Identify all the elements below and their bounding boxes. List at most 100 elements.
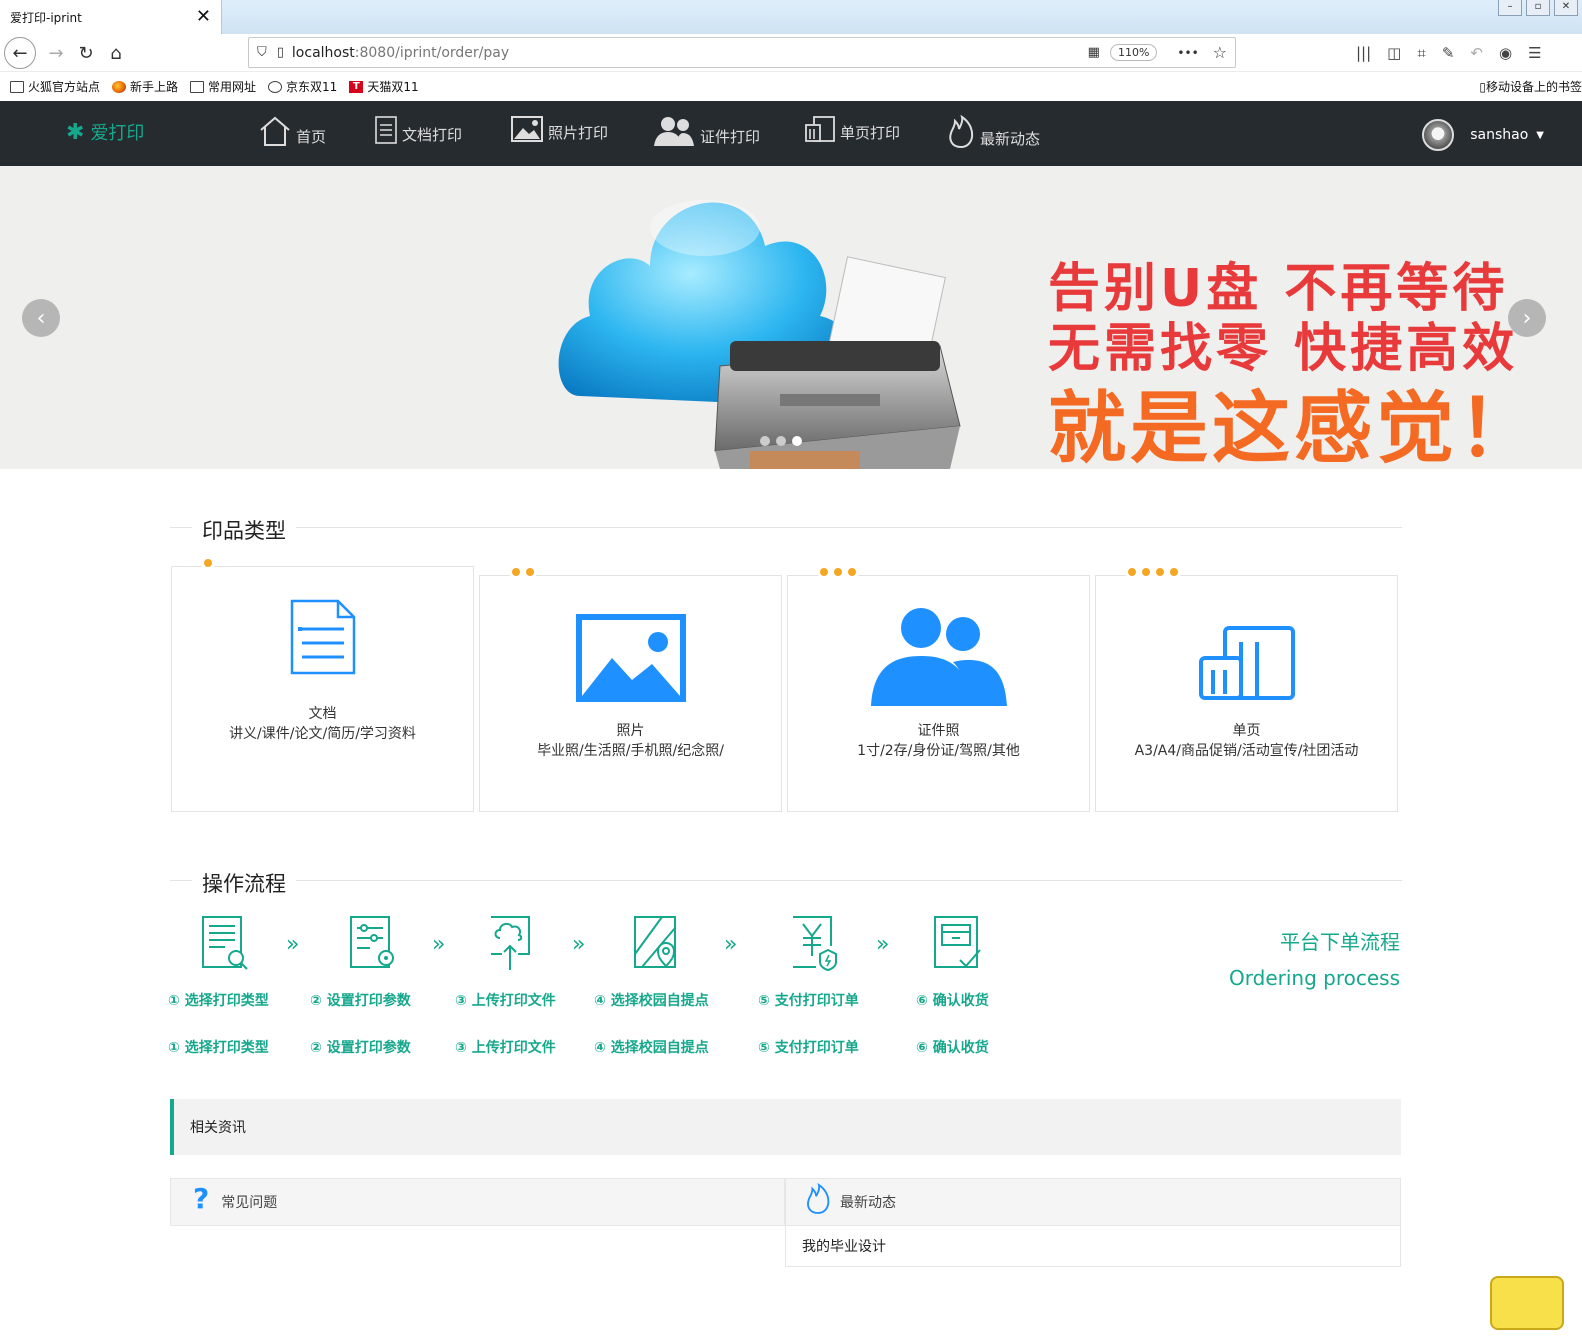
card-dots bbox=[202, 559, 214, 567]
palm-tree-icon: ✱ bbox=[66, 119, 85, 145]
globe-icon bbox=[268, 80, 283, 93]
step-label: ③ 上传打印文件 bbox=[455, 993, 556, 1009]
step-label: ③ 上传打印文件 bbox=[455, 1040, 556, 1056]
site-logo[interactable]: ✱ 爱打印 bbox=[66, 119, 144, 145]
tab-title: 爱打印-iprint bbox=[10, 10, 82, 25]
url-bar[interactable]: ⛉ ▯ localhost:8080/iprint/order/pay ▦ 11… bbox=[248, 37, 1236, 68]
nav-label: 最新动态 bbox=[980, 130, 1041, 148]
carousel-dot-active[interactable] bbox=[792, 436, 802, 446]
firefox-icon bbox=[112, 80, 127, 93]
window-controls: – ▫ ✕ bbox=[1498, 0, 1578, 16]
nav-latest-news[interactable]: 最新动态 bbox=[946, 115, 1040, 149]
account-icon[interactable]: ◉ bbox=[1499, 44, 1512, 62]
flame-icon bbox=[949, 115, 974, 149]
menu-icon[interactable]: ☰ bbox=[1528, 44, 1541, 62]
bookmark-star-icon[interactable]: ☆ bbox=[1213, 43, 1227, 62]
chat-icon[interactable]: ✎ bbox=[1442, 44, 1455, 62]
nav-label: 单页打印 bbox=[840, 124, 901, 142]
document-search-icon bbox=[202, 916, 248, 970]
settings-document-icon bbox=[350, 916, 394, 968]
carousel-dot[interactable] bbox=[776, 436, 786, 446]
logo-text: 爱打印 bbox=[90, 123, 145, 144]
mascot-image bbox=[1490, 1276, 1564, 1330]
restore-icon[interactable]: ▫ bbox=[1526, 0, 1550, 16]
caret-down-icon: ▼ bbox=[1536, 129, 1544, 141]
faq-column-header[interactable]: ? 常见问题 bbox=[170, 1178, 785, 1226]
carousel-dot[interactable] bbox=[760, 436, 770, 446]
nav-label: 首页 bbox=[296, 128, 327, 146]
reload-icon[interactable]: ↻ bbox=[70, 37, 102, 69]
nav-label: 照片打印 bbox=[548, 124, 609, 142]
nav-document-print[interactable]: 文档打印 bbox=[374, 115, 462, 145]
news-header: 相关资讯 bbox=[170, 1099, 1401, 1155]
print-type-card-photo[interactable]: 照片 毕业照/生活照/手机照/纪念照/ bbox=[479, 568, 782, 812]
step-label: ① 选择打印类型 bbox=[168, 993, 269, 1009]
bookmark-item[interactable]: 常用网址 bbox=[190, 78, 256, 95]
news-item[interactable]: 我的毕业设计 bbox=[785, 1226, 1401, 1267]
bookmark-item[interactable]: 京东双11 bbox=[268, 78, 337, 95]
zoom-level-badge[interactable]: 110% bbox=[1109, 44, 1158, 61]
bookmark-item[interactable]: 火狐官方站点 bbox=[10, 78, 100, 95]
browser-toolbar: ← → ↻ ⌂ ⛉ ▯ localhost:8080/iprint/order/… bbox=[0, 34, 1582, 72]
card-name: 文档 bbox=[308, 706, 337, 722]
pages-icon bbox=[1096, 626, 1397, 706]
close-window-icon[interactable]: ✕ bbox=[1554, 0, 1578, 16]
forward-arrow-icon[interactable]: → bbox=[40, 37, 72, 69]
cloud-printer-image bbox=[558, 200, 961, 469]
print-type-card-single-page[interactable]: 单页 A3/A4/商品促销/活动宣传/社团活动 bbox=[1095, 568, 1398, 812]
flame-icon bbox=[807, 1183, 830, 1214]
section-title: 印品类型 bbox=[192, 515, 296, 545]
step-label: ① 选择打印类型 bbox=[168, 1040, 269, 1056]
card-name: 单页 bbox=[1232, 723, 1261, 739]
minimize-icon[interactable]: – bbox=[1498, 0, 1522, 16]
bookmarks-bar: 火狐官方站点 新手上路 常用网址 京东双11 T 天猫双11 ▯移动设备上的书签 bbox=[0, 73, 1582, 100]
card-name: 照片 bbox=[616, 723, 645, 739]
step-label: ⑥ 确认收货 bbox=[916, 993, 989, 1009]
step-label: ⑤ 支付打印订单 bbox=[758, 1040, 859, 1056]
toolbar-right: ||| ◫ ⌗ ✎ ↶ ◉ ☰ bbox=[1356, 44, 1542, 62]
url-text[interactable]: localhost:8080/iprint/order/pay bbox=[292, 45, 1088, 61]
qr-code-icon[interactable]: ▦ bbox=[1088, 45, 1100, 60]
browser-tab[interactable]: 爱打印-iprint ✕ bbox=[0, 0, 222, 34]
card-dots bbox=[1126, 568, 1180, 576]
bookmark-item[interactable]: T 天猫双11 bbox=[349, 78, 419, 95]
page-actions-icon[interactable]: ••• bbox=[1177, 46, 1198, 60]
step-chevron: » bbox=[724, 932, 738, 957]
home-icon bbox=[260, 116, 290, 146]
step-label: ④ 选择校园自提点 bbox=[594, 993, 709, 1009]
pages-icon bbox=[805, 116, 835, 142]
print-types-header: 印品类型 bbox=[170, 515, 1402, 545]
home-icon[interactable]: ⌂ bbox=[100, 37, 132, 69]
card-dots bbox=[818, 568, 858, 576]
print-type-card-document[interactable]: 文档 讲义/课件/论文/简历/学习资料 bbox=[171, 559, 474, 812]
nav-photo-print[interactable]: 照片打印 bbox=[510, 115, 608, 143]
print-type-card-id-photo[interactable]: 证件照 1寸/2存/身份证/驾照/其他 bbox=[787, 568, 1090, 812]
photo-icon bbox=[480, 614, 781, 706]
process-side-subtitle: Ordering process bbox=[1229, 966, 1400, 990]
process-side-title: 平台下单流程 bbox=[1280, 930, 1400, 954]
undo-icon[interactable]: ↶ bbox=[1470, 44, 1483, 62]
question-icon: ? bbox=[193, 1181, 210, 1215]
mobile-bookmarks[interactable]: ▯移动设备上的书签 bbox=[1479, 78, 1582, 95]
nav-id-print[interactable]: 证件打印 bbox=[652, 115, 760, 147]
step-chevron: » bbox=[876, 932, 890, 957]
news-header-label: 相关资讯 bbox=[190, 1120, 246, 1136]
step-label: ⑥ 确认收货 bbox=[916, 1040, 989, 1056]
card-name: 证件照 bbox=[917, 723, 960, 739]
nav-home[interactable]: 首页 bbox=[258, 115, 326, 147]
step-chevron: » bbox=[286, 932, 300, 957]
bookmark-item[interactable]: 新手上路 bbox=[112, 78, 178, 95]
card-desc: 讲义/课件/论文/简历/学习资料 bbox=[229, 726, 416, 742]
shield-icon: ⛉ bbox=[257, 45, 267, 60]
library-icon[interactable]: ||| bbox=[1356, 44, 1371, 62]
screenshot-icon[interactable]: ⌗ bbox=[1417, 44, 1425, 62]
carousel-indicators bbox=[760, 436, 802, 446]
user-menu[interactable]: sanshao ▼ bbox=[1422, 119, 1544, 151]
sidebar-icon[interactable]: ◫ bbox=[1387, 44, 1401, 62]
back-arrow-icon[interactable]: ← bbox=[4, 37, 36, 69]
close-tab-icon[interactable]: ✕ bbox=[196, 8, 211, 26]
nav-single-print[interactable]: 单页打印 bbox=[804, 115, 900, 143]
carousel-prev-icon[interactable]: ‹ bbox=[22, 299, 60, 337]
carousel-next-icon[interactable]: › bbox=[1508, 299, 1546, 337]
latest-news-column-header[interactable]: 最新动态 bbox=[785, 1178, 1401, 1226]
